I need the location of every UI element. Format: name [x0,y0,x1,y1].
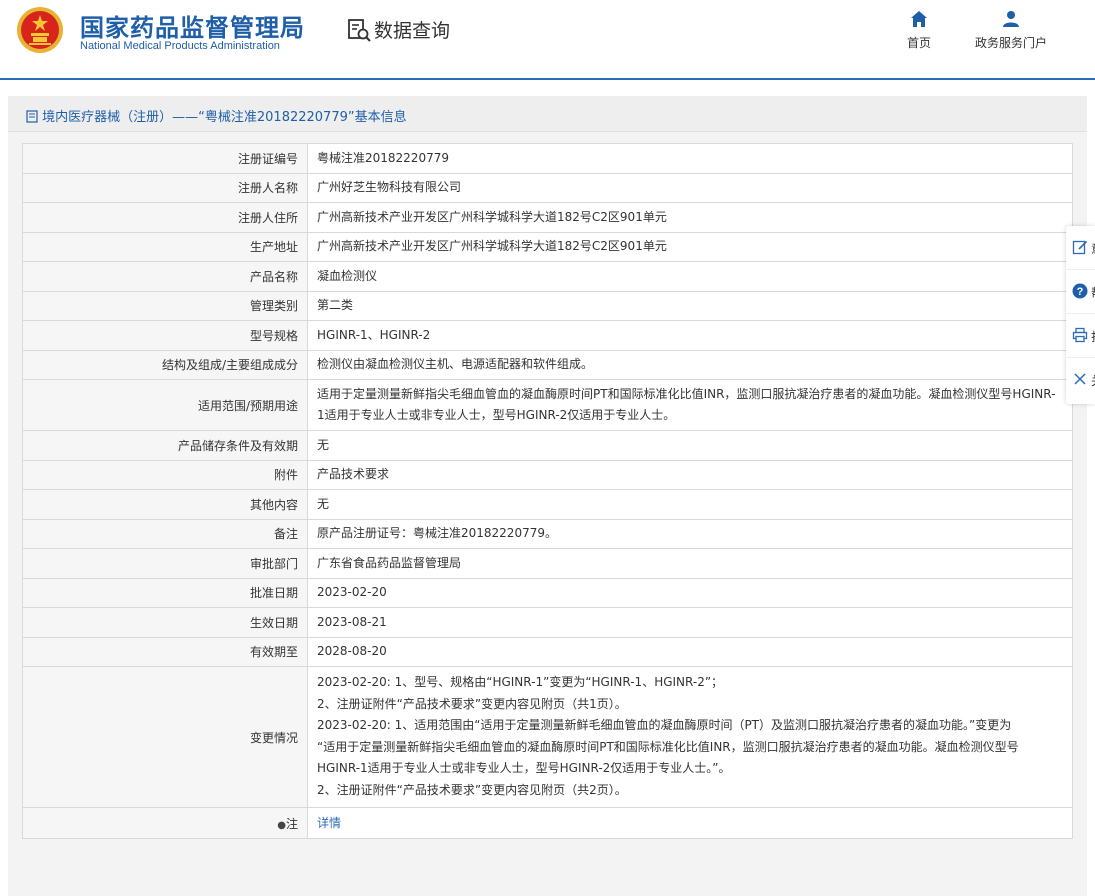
field-label: 生产地址 [22,231,308,262]
field-value: 适用于定量测量新鲜指尖毛细血管血的凝血酶原时间PT和国际标准化比值INR，监测口… [307,379,1073,431]
change-line: “适用于定量测量新鲜指尖毛细血管血的凝血酶原时间PT和国际标准化比值INR，监测… [317,739,1019,754]
table-row: 型号规格 HGINR-1、HGINR-2 [22,320,1073,351]
field-value: 广州好芝生物科技有限公司 [307,172,1073,203]
data-query-label: 数据查询 [374,20,451,42]
side-close-label: 关 [1091,372,1095,389]
table-row: 审批部门 广东省食品药品监督管理局 [22,548,1073,579]
table-row: 产品储存条件及有效期无 [22,430,1073,461]
bulb-icon: ● [277,819,286,831]
table-row: 注册人住所 广州高新技术产业开发区广州科学城科学大道182号C2区901单元 [22,202,1073,233]
table-row-note: ●注 详情 [22,807,1073,839]
side-toolbar: 意 ? 帮 打 关 [1066,226,1095,404]
site-header: 国家药品监督管理局 National Medical Products Admi… [0,0,1095,80]
search-document-icon [348,18,371,42]
site-title-en: National Medical Products Administration [80,40,280,52]
table-row: 生产地址 广州高新技术产业开发区广州科学城科学大道182号C2区901单元 [22,231,1073,262]
note-label: ●注 [22,807,308,839]
close-icon [1074,373,1086,385]
field-label: 备注 [22,518,308,549]
field-label: 产品储存条件及有效期 [22,430,308,461]
change-line: 2、注册证附件“产品技术要求”变更内容见附页（共1页）。 [317,696,627,711]
side-print-label: 打 [1091,328,1095,345]
table-row: 批准日期 2023-02-20 [22,577,1073,608]
note-label-text: 注 [285,816,298,831]
field-label: 生效日期 [22,607,308,638]
user-icon [1003,11,1019,27]
field-value: 产品技术要求 [307,459,1073,490]
field-label: 注册证编号 [22,143,308,174]
field-value: 广州高新技术产业开发区广州科学城科学大道182号C2区901单元 [307,231,1073,262]
help-icon: ? [1072,283,1088,299]
side-help-button[interactable]: ? 帮 [1066,270,1095,314]
table-row: 附件 产品技术要求 [22,459,1073,490]
nav-home[interactable]: 首页 [907,10,931,51]
field-label: 管理类别 [22,290,308,321]
field-label: 审批部门 [22,548,308,579]
edit-icon [1072,240,1088,255]
print-icon [1072,327,1088,343]
field-value: HGINR-1、HGINR-2 [307,320,1073,351]
nav-service-portal[interactable]: 政务服务门户 [975,10,1047,51]
field-value: 2023-08-21 [307,607,1073,638]
home-icon [911,11,927,27]
site-title-cn: 国家药品监督管理局 [80,14,305,42]
field-value: 广州高新技术产业开发区广州科学城科学大道182号C2区901单元 [307,202,1073,233]
nav-service-portal-label: 政务服务门户 [975,36,1048,50]
side-feedback-button[interactable]: 意 [1066,226,1095,270]
field-value: 原产品注册证号：粤械注准20182220779。 [307,518,1073,549]
field-label: 有效期至 [22,636,308,667]
field-value: 广东省食品药品监督管理局 [307,548,1073,579]
field-label: 注册人住所 [22,202,308,233]
table-row: 生效日期 2023-08-21 [22,607,1073,638]
field-value: 无 [307,489,1073,520]
nav-home-label: 首页 [907,36,932,50]
change-line: 2、注册证附件“产品技术要求”变更内容见附页（共2页）。 [317,782,627,797]
table-row: 备注 原产品注册证号：粤械注准20182220779。 [22,518,1073,549]
table-row: 注册证编号 粤械注准20182220779 [22,143,1073,174]
change-line: HGINR-1适用于专业人士或非专业人士，型号HGINR-2仅适用于专业人士。”… [317,761,731,775]
document-icon [26,110,38,123]
side-print-button[interactable]: 打 [1066,314,1095,358]
field-label: 附件 [22,459,308,490]
field-value: 2028-08-20 [307,636,1073,667]
panel-title-text: 境内医疗器械（注册）——“粤械注准20182220779”基本信息 [42,110,407,125]
field-value: 凝血检测仪 [307,261,1073,292]
table-row: 有效期至 2028-08-20 [22,636,1073,667]
device-info-table: 注册证编号 粤械注准20182220779 注册人名称 广州好芝生物科技有限公司 注… [22,143,1073,839]
change-line: 2023-02-20: 1、适用范围由“适用于定量测量新鲜毛细血管血的凝血酶原时… [317,718,1012,732]
field-value: 2023-02-20 [307,577,1073,608]
svg-text:?: ? [1077,286,1084,298]
field-label: 批准日期 [22,577,308,608]
table-row: 管理类别 第二类 [22,290,1073,321]
field-value: 第二类 [307,290,1073,321]
field-label: 结构及组成/主要组成成分 [22,349,308,380]
data-query-heading: 数据查询 [346,16,450,43]
side-help-label: 帮 [1091,284,1095,301]
side-close-button[interactable]: 关 [1066,358,1095,402]
field-label: 其他内容 [22,489,308,520]
table-row-changes: 变更情况 2023-02-20: 1、型号、规格由“HGINR-1”变更为“HG… [22,666,1073,808]
table-row: 其他内容无 [22,489,1073,520]
field-value: 检测仪由凝血检测仪主机、电源适配器和软件组成。 [307,349,1073,380]
table-row: 结构及组成/主要组成成分 检测仪由凝血检测仪主机、电源适配器和软件组成。 [22,349,1073,380]
national-emblem-icon [17,7,63,53]
field-label: 型号规格 [22,320,308,351]
panel-title: 境内医疗器械（注册）——“粤械注准20182220779”基本信息 [26,106,407,125]
table-row: 适用范围/预期用途 适用于定量测量新鲜指尖毛细血管血的凝血酶原时间PT和国际标准化… [22,379,1073,431]
change-line: 2023-02-20: 1、型号、规格由“HGINR-1”变更为“HGINR-1… [317,675,724,689]
table-row: 产品名称 凝血检测仪 [22,261,1073,292]
table-row: 注册人名称 广州好芝生物科技有限公司 [22,172,1073,203]
field-label: 适用范围/预期用途 [22,379,308,431]
details-link[interactable]: 详情 [317,816,341,830]
field-label: 产品名称 [22,261,308,292]
field-value: 粤械注准20182220779 [307,143,1073,174]
field-label: 注册人名称 [22,172,308,203]
field-label: 变更情况 [22,666,308,808]
field-value: 无 [307,430,1073,461]
side-feedback-label: 意 [1091,240,1095,257]
change-history: 2023-02-20: 1、型号、规格由“HGINR-1”变更为“HGINR-1… [307,666,1073,808]
note-value: 详情 [307,807,1073,839]
